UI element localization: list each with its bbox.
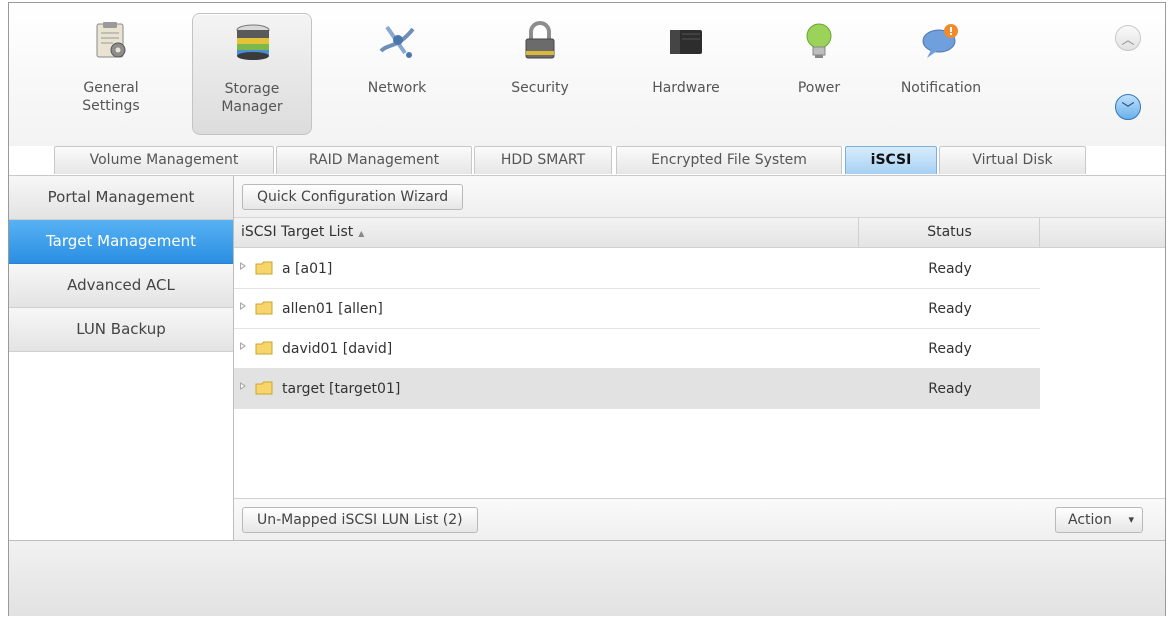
security-lock-icon [525,21,555,59]
action-dropdown-button[interactable]: Action ▾ [1055,507,1143,533]
column-header-status[interactable]: Status [860,218,1040,247]
toolbar-power-label: Power [797,80,841,96]
target-status: Ready [928,381,972,397]
power-bulb-icon [806,23,832,58]
tab-encrypted-file-system[interactable]: Encrypted File System [616,146,842,174]
app-window: General Settings Storage Manager Network [8,2,1166,616]
folder-icon [255,341,273,355]
tab-volume-management[interactable]: Volume Management [54,146,274,174]
column-header-target-list[interactable]: iSCSI Target List ▲ [234,218,859,247]
toolbar-storage-manager-label: Storage Manager [221,81,283,115]
sort-ascending-icon: ▲ [358,229,365,238]
general-settings-icon [96,22,126,58]
iscsi-sidebar: Portal Management Target Management Adva… [9,176,234,541]
table-row[interactable]: target [target01] Ready [234,369,1040,409]
expand-arrow-icon[interactable] [240,382,246,390]
expand-arrow-icon[interactable] [240,262,246,270]
expand-arrow-icon[interactable] [240,342,246,350]
toolbar-general-settings-label: General Settings [82,80,140,114]
folder-icon [255,261,273,275]
target-name: target [target01] [282,381,401,397]
dropdown-arrow-icon: ▾ [1128,513,1134,526]
tab-raid-management[interactable]: RAID Management [276,146,472,174]
network-icon [379,25,415,58]
target-name: a [a01] [282,261,333,277]
main-area: Portal Management Target Management Adva… [9,175,1165,541]
sidebar-item-target-management[interactable]: Target Management [9,220,233,264]
scroll-down-button[interactable]: ﹀ [1115,94,1141,120]
chevron-down-icon: ﹀ [1121,102,1135,117]
quick-configuration-wizard-button[interactable]: Quick Configuration Wizard [242,184,464,210]
sidebar-item-lun-backup[interactable]: LUN Backup [9,308,233,352]
storage-tabs: Volume Management RAID Management HDD SM… [9,146,1165,176]
action-dropdown-label: Action [1068,512,1112,528]
hardware-icon [670,30,702,54]
tab-hdd-smart[interactable]: HDD SMART [474,146,612,174]
target-status: Ready [928,341,972,357]
unmapped-lun-list-button[interactable]: Un-Mapped iSCSI LUN List (2) [242,507,478,533]
target-list-header: iSCSI Target List ▲ Status [234,218,1165,248]
content-footer: Un-Mapped iSCSI LUN List (2) Action ▾ [234,498,1165,541]
sidebar-item-portal-management[interactable]: Portal Management [9,176,233,220]
toolbar-network-label: Network [367,80,427,96]
scroll-up-button[interactable]: ︿ [1115,25,1141,51]
toolbar-security-label: Security [511,80,569,96]
storage-manager-icon [236,24,270,60]
target-name: allen01 [allen] [282,301,383,317]
target-status: Ready [928,261,972,277]
chevron-up-icon: ︿ [1121,33,1135,48]
target-content: Quick Configuration Wizard iSCSI Target … [234,176,1165,541]
notification-icon [922,24,958,58]
status-bar [9,540,1165,616]
top-toolbar: General Settings Storage Manager Network [9,3,1165,146]
tab-virtual-disk[interactable]: Virtual Disk [939,146,1086,174]
target-name: david01 [david] [282,341,393,357]
table-row[interactable]: a [a01] Ready [234,249,1040,289]
target-status: Ready [928,301,972,317]
toolbar-power[interactable]: Power [759,13,879,135]
target-list: a [a01] Ready allen01 [allen] Ready davi… [234,249,1040,409]
toolbar-hardware-label: Hardware [652,80,720,96]
toolbar-hardware[interactable]: Hardware [626,13,746,135]
toolbar-general-settings[interactable]: General Settings [51,13,171,135]
toolbar-network[interactable]: Network [337,13,457,135]
folder-icon [255,301,273,315]
table-row[interactable]: allen01 [allen] Ready [234,289,1040,329]
tab-iscsi[interactable]: iSCSI [845,146,937,174]
toolbar-security[interactable]: Security [480,13,600,135]
table-row[interactable]: david01 [david] Ready [234,329,1040,369]
sidebar-item-advanced-acl[interactable]: Advanced ACL [9,264,233,308]
toolbar-notification-label: Notification [900,80,982,96]
expand-arrow-icon[interactable] [240,302,246,310]
folder-icon [255,381,273,395]
toolbar-storage-manager[interactable]: Storage Manager [192,13,312,135]
content-toolbar: Quick Configuration Wizard [234,176,1165,218]
column-header-target-list-label: iSCSI Target List [241,224,354,240]
toolbar-notification[interactable]: Notification [881,13,1001,135]
